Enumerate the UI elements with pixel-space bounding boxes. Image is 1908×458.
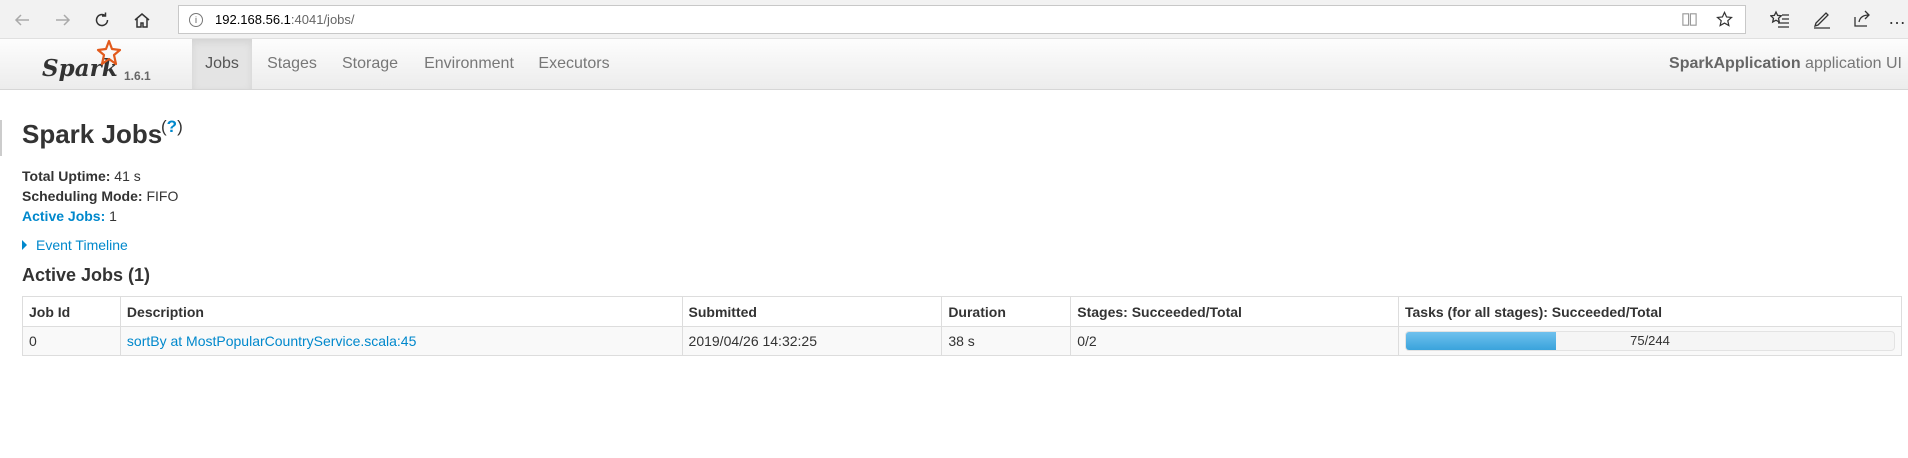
header-tasks[interactable]: Tasks (for all stages): Succeeded/Total: [1398, 296, 1902, 327]
url-text: 192.168.56.1:4041/jobs/: [215, 12, 355, 27]
app-title: SparkApplication application UI: [1669, 39, 1902, 89]
more-options-icon[interactable]: …: [1888, 8, 1906, 29]
expand-arrow-icon: [22, 240, 27, 250]
back-arrow-icon: [14, 14, 29, 26]
help-link[interactable]: (?): [161, 117, 183, 137]
address-bar[interactable]: i 192.168.56.1:4041/jobs/: [178, 5, 1746, 34]
description-cell: sortBy at MostPopularCountryService.scal…: [119, 326, 683, 356]
tab-stages[interactable]: Stages: [257, 39, 327, 89]
tab-jobs[interactable]: Jobs: [192, 39, 252, 89]
header-duration[interactable]: Duration: [941, 296, 1072, 327]
favorite-star-icon[interactable]: [1716, 11, 1733, 28]
stages-cell: 0/2: [1070, 326, 1399, 356]
url-path: :4041/jobs/: [290, 12, 355, 27]
active-jobs-table: Job Id Description Submitted Duration St…: [22, 296, 1902, 356]
share-button[interactable]: [1852, 9, 1872, 29]
favorites-list-icon: [1770, 10, 1789, 28]
web-note-button[interactable]: [1812, 9, 1832, 29]
site-info-icon[interactable]: i: [189, 12, 203, 27]
job-id-cell: 0: [22, 326, 121, 356]
uptime-label: Total Uptime:: [22, 168, 111, 184]
refresh-button[interactable]: [89, 7, 115, 33]
url-host: 192.168.56.1: [215, 12, 291, 27]
page-title: Spark Jobs: [22, 119, 163, 149]
tab-stages-label: Stages: [267, 55, 317, 72]
tab-environment[interactable]: Environment: [418, 39, 520, 89]
scheduling-mode-label: Scheduling Mode:: [22, 188, 143, 204]
refresh-icon: [95, 12, 109, 27]
active-jobs-link[interactable]: Active Jobs:: [22, 208, 105, 224]
spark-version: 1.6.1: [124, 69, 151, 83]
submitted-cell: 2019/04/26 14:32:25: [681, 326, 943, 356]
spark-star-icon: [96, 39, 122, 66]
duration-cell: 38 s: [941, 326, 1072, 356]
help-mark[interactable]: ?: [167, 117, 177, 136]
tab-jobs-label: Jobs: [205, 55, 239, 72]
uptime-value: 41 s: [114, 168, 141, 184]
tasks-progress-bar: 75/244: [1405, 331, 1895, 351]
favorites-hub-button[interactable]: [1770, 9, 1790, 29]
left-edge-divider: [0, 120, 2, 156]
active-jobs-value: 1: [109, 208, 117, 224]
uptime-line: Total Uptime: 41 s: [22, 168, 141, 184]
forward-button[interactable]: [50, 7, 76, 33]
tab-storage-label: Storage: [341, 55, 399, 72]
spark-navbar: Spark 1.6.1 Jobs Stages Storage Environm…: [0, 39, 1908, 90]
scheduling-mode-value: FIFO: [146, 188, 179, 204]
tab-environment-label: Environment: [424, 55, 514, 72]
browser-toolbar: i 192.168.56.1:4041/jobs/ …: [0, 0, 1908, 39]
home-icon: [134, 13, 150, 28]
reading-view-icon[interactable]: [1681, 11, 1698, 28]
header-job-id[interactable]: Job Id: [22, 296, 121, 327]
app-name: SparkApplication: [1669, 55, 1801, 72]
share-icon: [1854, 10, 1870, 27]
tasks-cell: 75/244: [1398, 326, 1902, 356]
tab-executors-label: Executors: [538, 55, 610, 72]
table-header-row: Job Id Description Submitted Duration St…: [22, 296, 1902, 327]
scheduling-mode-line: Scheduling Mode: FIFO: [22, 188, 178, 204]
tab-storage[interactable]: Storage: [334, 39, 406, 89]
header-submitted[interactable]: Submitted: [681, 296, 943, 327]
pen-icon: [1813, 12, 1830, 29]
spark-logo[interactable]: Spark 1.6.1: [40, 39, 160, 87]
active-jobs-line: Active Jobs: 1: [22, 208, 117, 224]
tasks-progress-label: 75/244: [1630, 333, 1670, 348]
event-timeline-label: Event Timeline: [36, 237, 128, 253]
event-timeline-toggle[interactable]: Event Timeline: [22, 237, 128, 253]
job-description-link[interactable]: sortBy at MostPopularCountryService.scal…: [127, 333, 416, 349]
back-button[interactable]: [9, 7, 35, 33]
header-stages[interactable]: Stages: Succeeded/Total: [1070, 296, 1399, 327]
tab-executors[interactable]: Executors: [532, 39, 616, 89]
home-button[interactable]: [129, 7, 155, 33]
app-suffix: application UI: [1805, 55, 1902, 72]
forward-arrow-icon: [56, 14, 71, 26]
active-jobs-heading: Active Jobs (1): [22, 265, 151, 285]
header-description[interactable]: Description: [119, 296, 683, 327]
table-row: 0 sortBy at MostPopularCountryService.sc…: [22, 326, 1902, 356]
